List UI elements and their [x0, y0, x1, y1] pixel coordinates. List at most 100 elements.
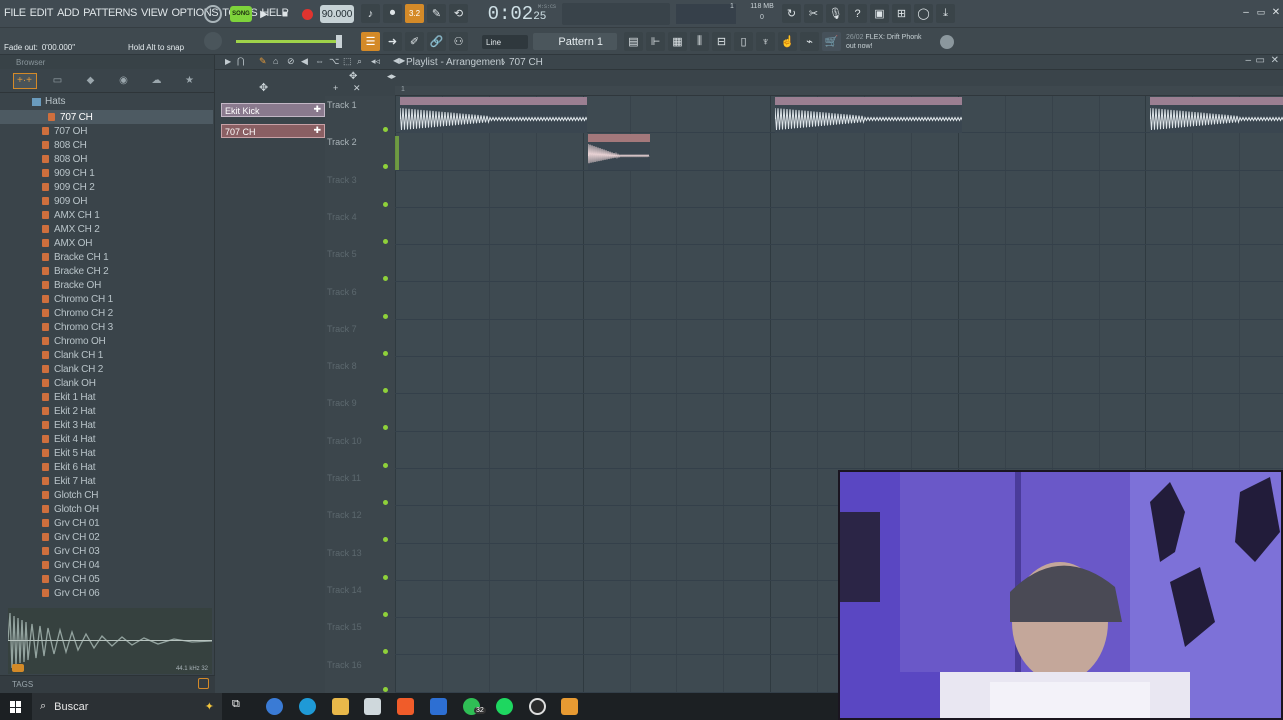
clip-707-ch[interactable]: 707 CH [588, 134, 650, 171]
playlist-arrow-icon[interactable]: ▶ [225, 57, 231, 66]
menu-edit[interactable]: EDIT [30, 7, 54, 19]
track-label[interactable]: Track 14 [327, 585, 387, 595]
zoom-tool-icon[interactable]: ⌕ [357, 56, 362, 67]
metronome-icon[interactable]: ♪ [361, 4, 380, 23]
browser-item[interactable]: Clank CH 1 [0, 348, 213, 362]
playback-tool-icon[interactable]: ◂◃ [371, 56, 380, 67]
browser-item[interactable]: Ekit 4 Hat [0, 432, 213, 446]
browser-item[interactable]: Grv CH 05 [0, 572, 213, 586]
browser-item[interactable]: 707 OH [0, 124, 213, 138]
track-mute-led[interactable] [383, 537, 388, 543]
download-icon[interactable]: ⤓ [936, 4, 955, 23]
tools-icon[interactable]: ✂ [804, 4, 823, 23]
help-icon[interactable]: ? [848, 4, 867, 23]
browser-item[interactable]: AMX CH 2 [0, 222, 213, 236]
menu-view[interactable]: VIEW [141, 7, 168, 19]
menu-file[interactable]: FILE [4, 7, 26, 19]
browser-icon[interactable]: ⊟ [712, 32, 731, 51]
calendar-app-icon[interactable] [364, 698, 381, 715]
track-mute-led[interactable] [383, 425, 388, 431]
browser-item[interactable]: 808 CH [0, 138, 213, 152]
browser-item[interactable]: 808 OH [0, 152, 213, 166]
playhead-marker[interactable] [395, 136, 399, 170]
browser-item[interactable]: Grv CH 01 [0, 516, 213, 530]
browser-item[interactable]: Grv CH 04 [0, 558, 213, 572]
track-mute-led[interactable] [383, 500, 388, 505]
browser-item[interactable]: Ekit 7 Hat [0, 474, 213, 488]
magnet-icon[interactable]: ⋂ [237, 56, 244, 67]
paint-tool-icon[interactable]: ⌂ [273, 56, 278, 66]
track-label[interactable]: Track 2 [327, 137, 387, 147]
track-label[interactable]: Track 16 [327, 660, 387, 670]
track-mute-led[interactable] [383, 388, 388, 394]
picker-move-icon[interactable]: ✥ [259, 81, 268, 94]
mail-icon[interactable] [430, 698, 447, 715]
track-label[interactable]: Track 15 [327, 622, 387, 632]
track-mute-led[interactable] [383, 462, 388, 468]
save-icon[interactable]: ▣ [870, 4, 889, 23]
shop-icon[interactable]: 🛒 [822, 32, 841, 51]
menu-add[interactable]: ADD [57, 7, 79, 19]
countdown-icon[interactable]: 3.2 [405, 4, 424, 23]
browser-item[interactable]: 909 CH 2 [0, 180, 213, 194]
tempo-display[interactable]: 90.000 [320, 5, 354, 23]
pattern-selector[interactable]: Pattern 1 [533, 33, 617, 50]
slip-tool-icon[interactable]: ⇔ [315, 56, 324, 66]
select-tool-icon[interactable]: ⬚ [343, 56, 352, 67]
taskbar-search[interactable]: ⌕ Buscar ✦ [32, 693, 222, 720]
delete-tool-icon[interactable]: ⊘ [287, 56, 295, 67]
piano-roll-icon[interactable]: ⊩ [646, 32, 665, 51]
file-explorer-icon[interactable] [332, 698, 349, 715]
browser-tab-cloud-icon[interactable]: ☁ [145, 73, 169, 89]
browser-item[interactable]: Ekit 1 Hat [0, 390, 213, 404]
mixer-icon[interactable]: ⊞ [892, 4, 911, 23]
track-remove-icon[interactable]: ✕ [353, 83, 361, 94]
track-add-icon[interactable]: + [333, 83, 338, 93]
track-label[interactable]: Track 8 [327, 361, 387, 371]
snap-select[interactable]: Line [482, 35, 528, 49]
wait-input-icon[interactable]: ⏺ [383, 4, 402, 23]
channel-rack-icon[interactable]: ▦ [668, 32, 687, 51]
record-button[interactable] [299, 6, 315, 22]
tags-bar[interactable]: TAGS [0, 675, 215, 693]
browser-item[interactable]: Ekit 2 Hat [0, 404, 213, 418]
pencil-tool-icon[interactable]: ✎ [259, 56, 267, 67]
browser-item[interactable]: 909 OH [0, 194, 213, 208]
master-volume-handle[interactable] [336, 35, 342, 48]
chrome-like-app-icon[interactable] [266, 698, 283, 715]
mute-tool-icon[interactable]: ◀ [301, 56, 308, 67]
master-volume-slider[interactable] [236, 40, 342, 43]
clip-ekit-kick[interactable]: Ekit Kick [1150, 97, 1283, 133]
track-mute-led[interactable] [383, 201, 388, 207]
browser-item[interactable]: AMX CH 1 [0, 208, 213, 222]
browser-item[interactable]: Ekit 3 Hat [0, 418, 213, 432]
track-label[interactable]: Track 1 [327, 100, 387, 110]
track-mute-led[interactable] [383, 686, 388, 692]
browser-item[interactable]: Ekit 5 Hat [0, 446, 213, 460]
step-edit-icon[interactable]: ✎ [427, 4, 446, 23]
arrow-right-icon[interactable]: ➜ [383, 32, 402, 51]
menu-patterns[interactable]: PATTERNS [83, 7, 137, 19]
chat-icon[interactable]: ◯ [914, 4, 933, 23]
maximize-button[interactable]: ▭ [1255, 6, 1267, 18]
loop-record-icon[interactable]: ⟲ [449, 4, 468, 23]
picker-item-ekit-kick[interactable]: Ekit Kick ✚ [221, 103, 325, 117]
draw-tool-icon[interactable]: ✐ [405, 32, 424, 51]
browser-item[interactable]: Grv CH 06 [0, 586, 213, 600]
browser-tab-plugins-icon[interactable]: ◆ [79, 73, 103, 89]
browser-item[interactable]: AMX OH [0, 236, 213, 250]
track-label[interactable]: Track 13 [327, 548, 387, 558]
link-icon[interactable]: 🔗 [427, 32, 446, 51]
track-mute-led[interactable] [383, 350, 388, 356]
playlist-zoom-icon[interactable]: ◂▸ [387, 71, 396, 82]
playlist-close[interactable]: ✕ [1271, 55, 1279, 66]
browser-item[interactable]: Bracke CH 1 [0, 250, 213, 264]
track-label[interactable]: Track 5 [327, 249, 387, 259]
browser-item[interactable]: Grv CH 02 [0, 530, 213, 544]
brave-icon[interactable] [397, 698, 414, 715]
browser-item[interactable]: 707 CH [0, 110, 213, 124]
touch-icon[interactable]: ☝ [778, 32, 797, 51]
playlist-view-icon[interactable]: ☰ [361, 32, 380, 51]
browser-item[interactable]: Chromo CH 1 [0, 292, 213, 306]
track-label[interactable]: Track 12 [327, 510, 387, 520]
